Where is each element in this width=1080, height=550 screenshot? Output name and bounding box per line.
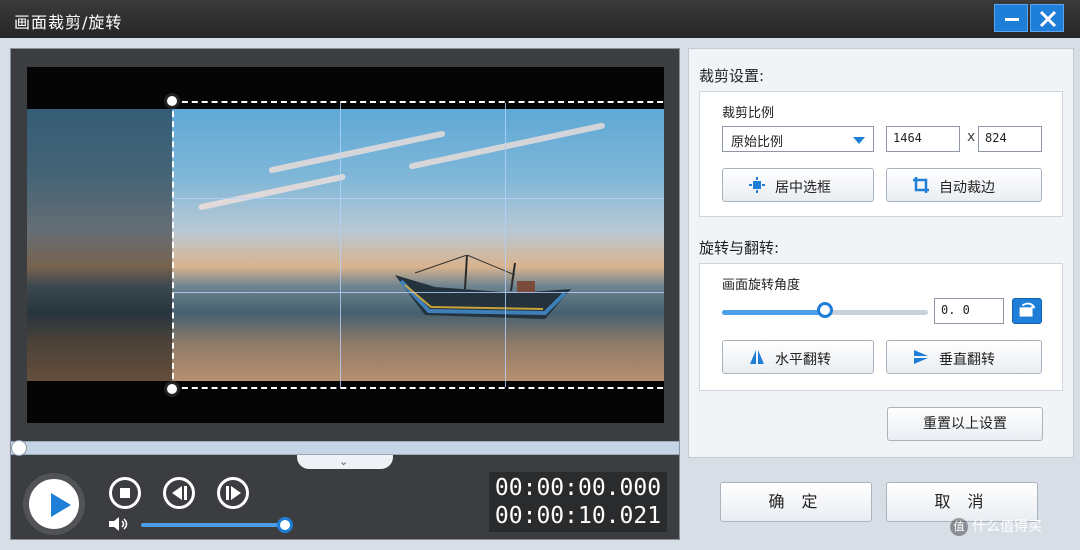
timeline-progress-bar[interactable]: [11, 440, 679, 456]
next-frame-button[interactable]: [217, 477, 249, 509]
play-button[interactable]: [23, 473, 85, 535]
vertical-flip-button[interactable]: 垂直翻转: [886, 340, 1042, 374]
previous-icon-bar: [184, 486, 187, 500]
preview-panel: ⌄ 00:00:00.000 00:00:10.021: [10, 48, 680, 540]
close-icon: [1039, 10, 1057, 28]
rotate-section-title: 旋转与翻转:: [699, 239, 780, 257]
watermark-logo: 值: [950, 518, 968, 536]
vertical-flip-label: 垂直翻转: [939, 352, 995, 368]
watermark: 值什么值得买: [950, 516, 1042, 536]
volume-slider[interactable]: [141, 523, 285, 527]
window-title: 画面裁剪/旋转: [14, 13, 123, 32]
dropdown-arrow-icon: [853, 137, 865, 144]
rotate-icon: [1019, 302, 1036, 317]
crop-ratio-select[interactable]: 原始比例: [722, 126, 874, 152]
minimize-icon: [1005, 18, 1019, 21]
vertical-flip-icon: [914, 350, 928, 364]
timecode-display: 00:00:00.000 00:00:10.021: [489, 472, 667, 532]
chevron-down-icon: ⌄: [339, 455, 349, 468]
dimension-separator: x: [967, 129, 976, 145]
auto-crop-button[interactable]: 自动裁边: [886, 168, 1042, 202]
crop-settings-group: 裁剪比例 原始比例 1464 x 824 居中选框 自动裁边: [699, 91, 1063, 217]
crop-width-input[interactable]: 1464: [886, 126, 960, 152]
crop-rotate-dialog: 画面裁剪/旋转 ⌄ 00:00:00.000 00:00:10.021 裁剪设置…: [0, 0, 1080, 550]
watermark-text: 什么值得买: [972, 519, 1042, 535]
reset-settings-button[interactable]: 重置以上设置: [887, 407, 1043, 441]
horizontal-flip-icon: [750, 350, 764, 364]
volume-knob[interactable]: [277, 517, 293, 533]
crop-section-title: 裁剪设置:: [699, 67, 765, 85]
play-icon: [51, 493, 71, 517]
horizontal-flip-label: 水平翻转: [775, 352, 831, 368]
center-crop-label: 居中选框: [775, 180, 831, 196]
current-time: 00:00:00.000: [494, 475, 662, 501]
crop-grid-line: [174, 292, 664, 294]
rotate-90-button[interactable]: [1012, 298, 1042, 324]
settings-panel: 裁剪设置: 裁剪比例 原始比例 1464 x 824 居中选框 自动裁边 旋转与…: [688, 48, 1074, 458]
crop-handle-bottom-left[interactable]: [164, 381, 180, 397]
center-frame-icon: [749, 177, 765, 193]
auto-crop-label: 自动裁边: [939, 180, 995, 196]
rotation-slider-knob[interactable]: [817, 302, 833, 318]
video-viewport: [27, 67, 664, 423]
crop-grid-line: [339, 103, 341, 387]
title-bar: 画面裁剪/旋转: [0, 0, 1080, 38]
rotation-angle-label: 画面旋转角度: [722, 278, 801, 293]
volume-icon[interactable]: [109, 517, 129, 531]
close-button[interactable]: [1030, 4, 1064, 32]
next-icon-bar: [226, 486, 229, 500]
player-controls: 00:00:00.000 00:00:10.021: [11, 469, 679, 539]
minimize-button[interactable]: [994, 4, 1028, 32]
crop-frame[interactable]: [172, 101, 664, 389]
rotate-settings-group: 画面旋转角度 0. 0 水平翻转 垂直翻转: [699, 263, 1063, 391]
previous-frame-button[interactable]: [163, 477, 195, 509]
total-time: 00:00:10.021: [494, 503, 662, 529]
previous-icon: [172, 486, 182, 500]
collapse-toggle[interactable]: ⌄: [297, 455, 393, 469]
ok-button[interactable]: 确 定: [720, 482, 872, 522]
rotation-slider-fill: [722, 310, 825, 315]
crop-ratio-value: 原始比例: [731, 135, 784, 150]
center-crop-button[interactable]: 居中选框: [722, 168, 874, 202]
crop-icon: [913, 177, 929, 193]
crop-ratio-label: 裁剪比例: [722, 106, 775, 121]
next-icon: [231, 486, 241, 500]
crop-height-input[interactable]: 824: [978, 126, 1042, 152]
crop-handle-top-left[interactable]: [164, 93, 180, 109]
cropped-out-region: [27, 109, 172, 381]
horizontal-flip-button[interactable]: 水平翻转: [722, 340, 874, 374]
timeline-knob[interactable]: [11, 440, 27, 456]
stop-icon: [120, 488, 130, 498]
stop-button[interactable]: [109, 477, 141, 509]
crop-grid-line: [505, 103, 506, 387]
crop-grid-line: [174, 197, 664, 199]
rotation-angle-input[interactable]: 0. 0: [934, 298, 1004, 324]
